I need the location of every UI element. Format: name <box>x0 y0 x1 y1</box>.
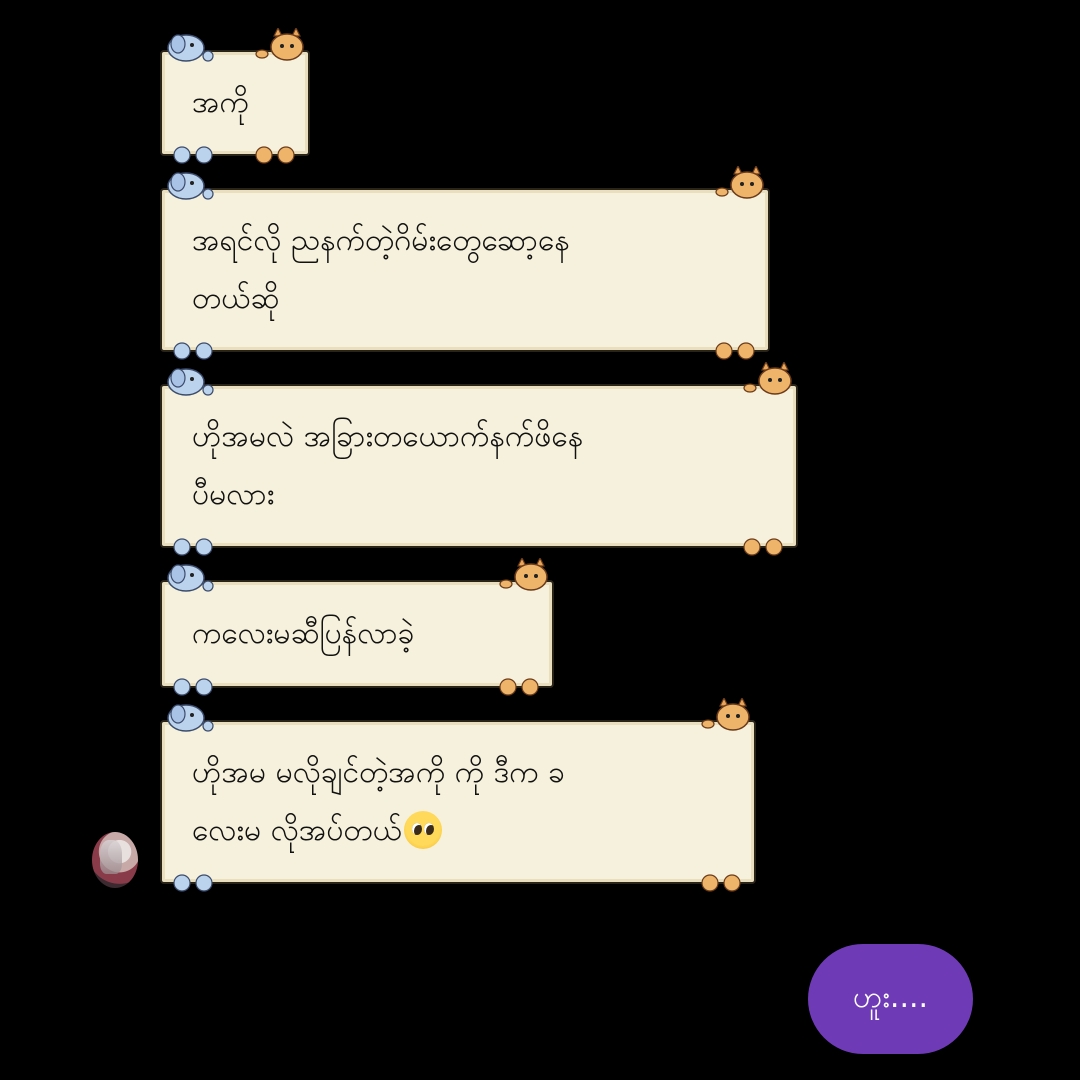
blue-paws-icon <box>173 538 213 556</box>
orange-paws-icon <box>743 538 783 556</box>
blue-paws-icon <box>173 678 213 696</box>
reply-button-label: ဟူး.... <box>852 979 929 1015</box>
message-text: အကို <box>192 85 249 120</box>
message-bubble: ကလေးမဆီပြန်လာခဲ့ <box>160 558 554 696</box>
dog-sticker-icon <box>167 368 214 396</box>
message-text: အရင်လို ညနက်တဲ့ဂိမ်းတွေဆော့နေ တယ်ဆို <box>192 223 570 316</box>
message-text: ဟိုအမလဲ အခြားတယောက်နက်ဖိနေ ပီမလား <box>192 419 584 512</box>
blue-paws-icon <box>173 146 213 164</box>
orange-paws-icon <box>499 678 539 696</box>
orange-paws-icon <box>715 342 755 360</box>
cat-sticker-icon <box>255 28 304 61</box>
blue-paws-icon <box>173 342 213 360</box>
message-text-content: ဟိုအမ မလိုချင်တဲ့အကို ကို ဒီက ခ လေးမ လို… <box>192 755 566 848</box>
dog-sticker-icon <box>167 564 214 592</box>
reply-button[interactable]: ဟူး.... <box>808 944 973 1054</box>
orange-paws-icon <box>255 146 295 164</box>
message-text: ကလေးမဆီပြန်လာခဲ့ <box>192 616 415 651</box>
cat-sticker-icon <box>743 362 792 395</box>
cat-sticker-icon <box>701 698 750 731</box>
cat-sticker-icon <box>715 166 764 199</box>
message-bubble: ဟိုအမလဲ အခြားတယောက်နက်ဖိနေ ပီမလား <box>160 362 798 556</box>
dog-sticker-icon <box>167 704 214 732</box>
sender-avatar[interactable] <box>92 832 138 888</box>
message-bubble: အကို <box>160 28 310 164</box>
dog-sticker-icon <box>167 34 214 62</box>
dog-sticker-icon <box>167 172 214 200</box>
message-bubble: အရင်လို ညနက်တဲ့ဂိမ်းတွေဆော့နေ တယ်ဆို <box>160 166 770 360</box>
cat-sticker-icon <box>499 558 548 591</box>
orange-paws-icon <box>701 874 741 892</box>
message-bubble: ဟိုအမ မလိုချင်တဲ့အကို ကို ဒီက ခ လေးမ လို… <box>160 698 756 892</box>
blue-paws-icon <box>173 874 213 892</box>
message-text: ဟိုအမ မလိုချင်တဲ့အကို ကို ဒီက ခ လေးမ လို… <box>192 744 565 860</box>
pleading-face-emoji-icon <box>403 810 442 849</box>
